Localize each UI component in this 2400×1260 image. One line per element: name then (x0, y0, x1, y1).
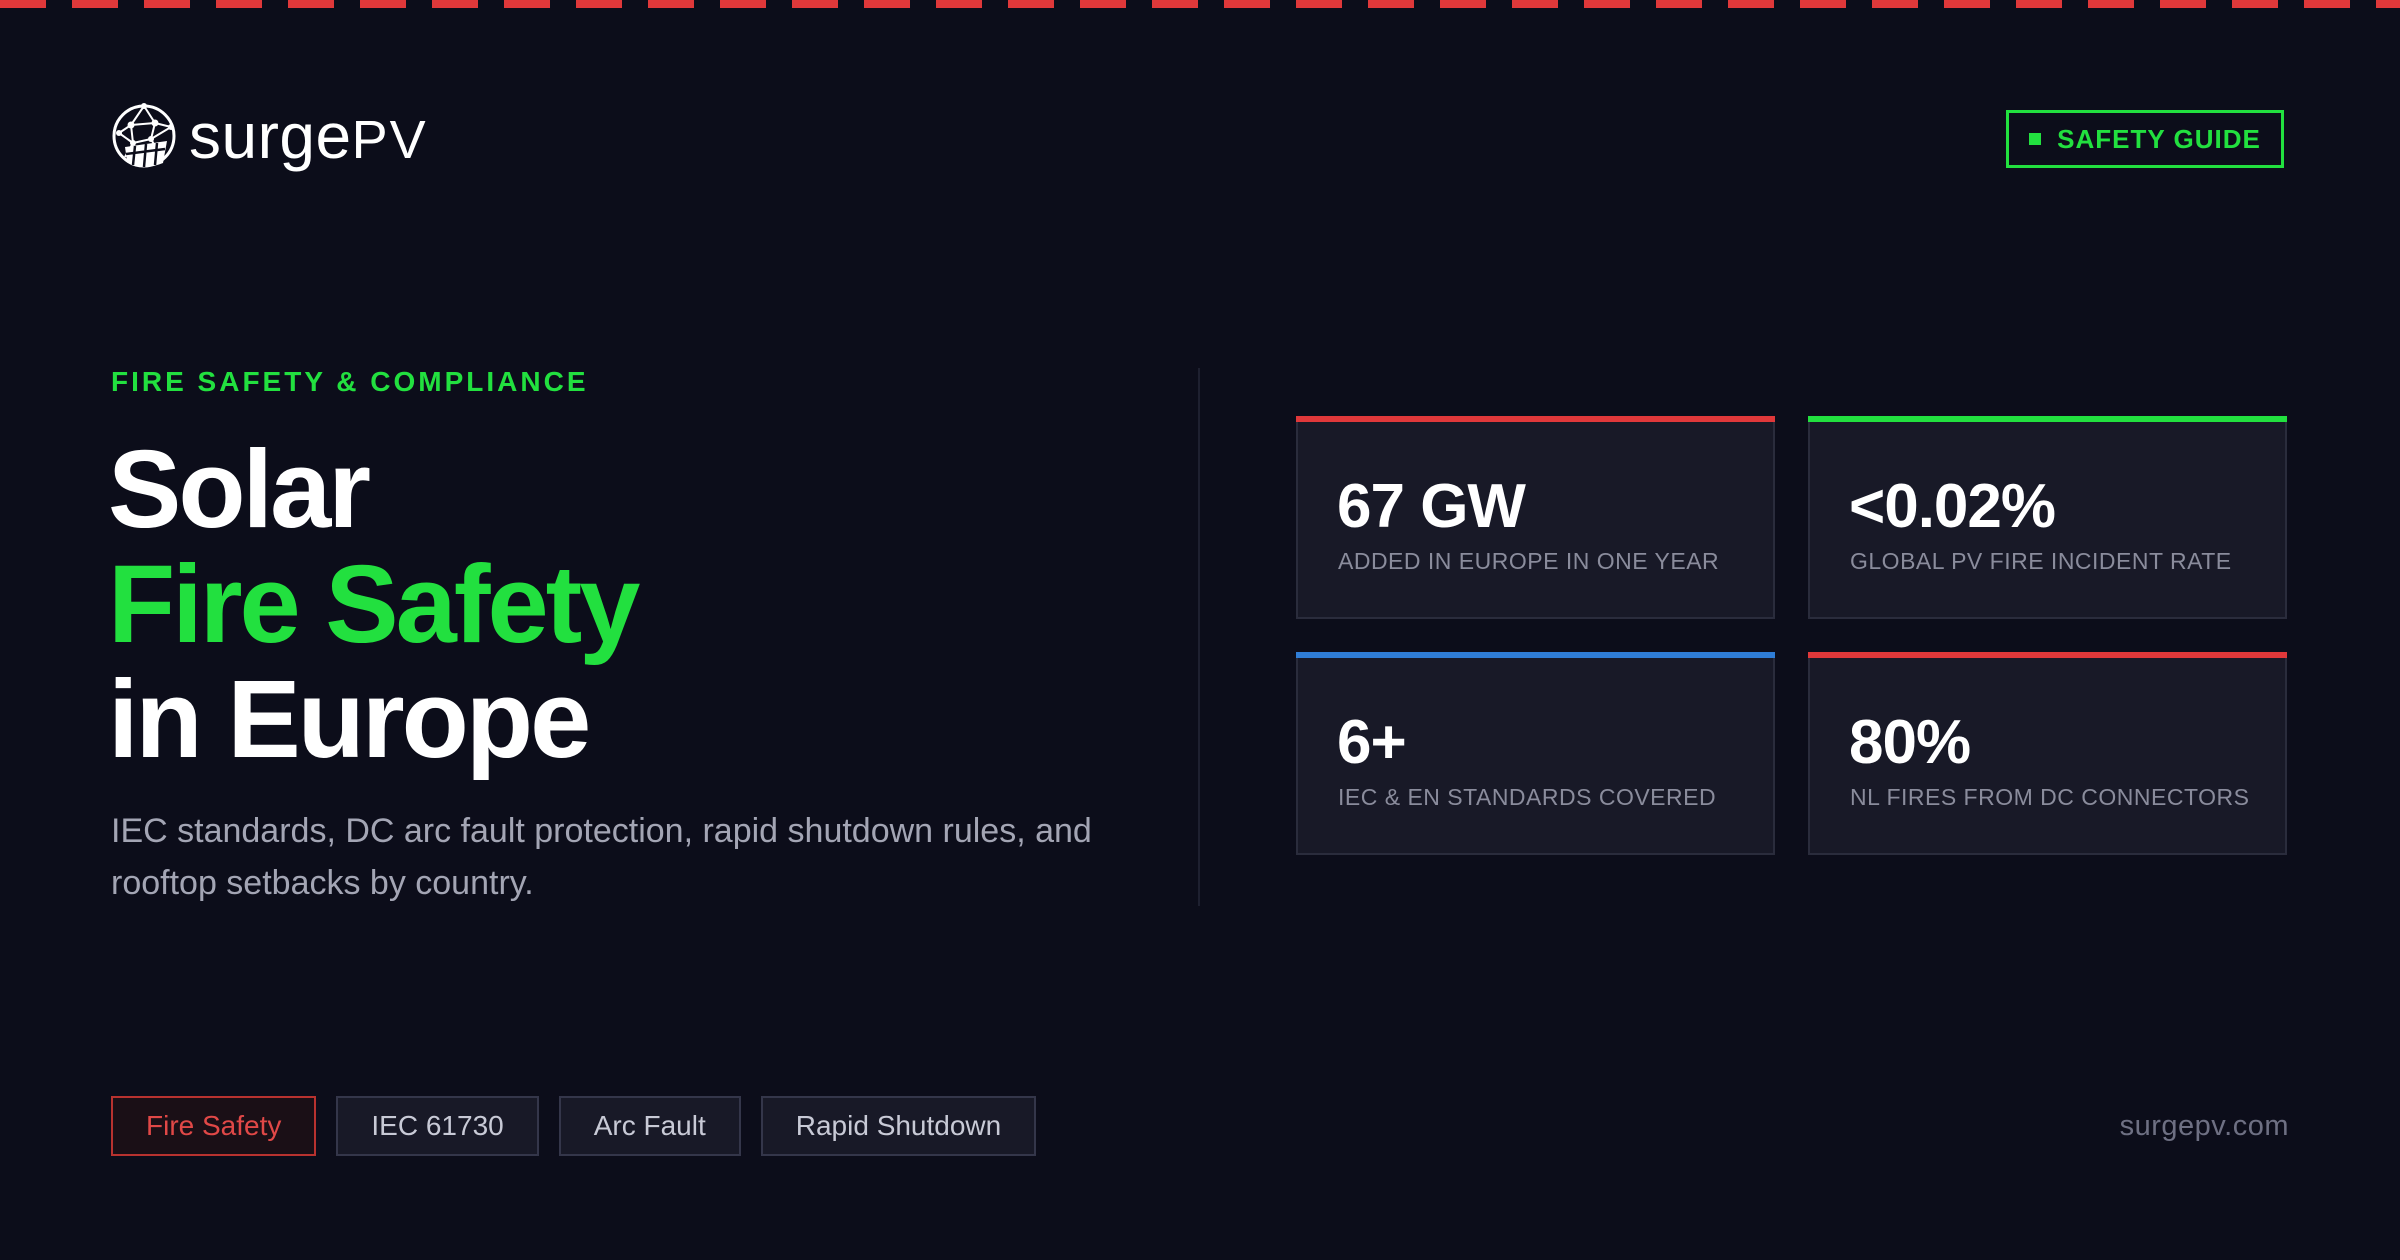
square-icon (2029, 133, 2042, 145)
stat-card-standards: 6+ IEC & EN STANDARDS COVERED (1296, 652, 1775, 855)
subtitle: IEC standards, DC arc fault protection, … (111, 812, 1092, 902)
stat-accent-bar (1296, 416, 1775, 422)
title-line-3: in Europe (108, 658, 591, 781)
stat-card-dc-connectors: 80% NL FIRES FROM DC CONNECTORS (1808, 652, 2287, 855)
stat-label: GLOBAL PV FIRE INCIDENT RATE (1850, 548, 2232, 574)
safety-guide-badge: SAFETY GUIDE (2006, 110, 2284, 168)
tag-list: Fire Safety IEC 61730 Arc Fault Rapid Sh… (111, 1096, 1037, 1156)
tag-arc-fault[interactable]: Arc Fault (558, 1096, 741, 1156)
tag-fire-safety[interactable]: Fire Safety (111, 1096, 317, 1156)
brand-logo[interactable]: surgePV (111, 103, 428, 169)
footer-url-link[interactable]: surgepv.com (2120, 1110, 2289, 1143)
stat-accent-bar (1296, 652, 1775, 658)
top-dashed-stripe (0, 0, 2400, 8)
stat-accent-bar (1808, 652, 2287, 658)
stat-value: <0.02% (1849, 472, 2056, 541)
stat-value: 67 GW (1337, 472, 1526, 541)
stat-label: IEC & EN STANDARDS COVERED (1338, 784, 1717, 810)
vertical-divider (1198, 368, 1200, 906)
badge-label: SAFETY GUIDE (2057, 123, 2261, 154)
stat-card-incident-rate: <0.02% GLOBAL PV FIRE INCIDENT RATE (1808, 416, 2287, 619)
page-title: Solar Fire Safety in Europe (108, 428, 640, 781)
title-line-1: Solar (108, 428, 371, 551)
tag-rapid-shutdown[interactable]: Rapid Shutdown (760, 1096, 1037, 1156)
stat-card-capacity: 67 GW ADDED IN EUROPE IN ONE YEAR (1296, 416, 1775, 619)
brand-wordmark: surgePV (189, 100, 428, 172)
stat-value: 80% (1849, 708, 1971, 777)
title-line-2: Fire Safety (108, 543, 640, 666)
solar-globe-icon (112, 103, 176, 168)
stat-label: NL FIRES FROM DC CONNECTORS (1850, 784, 2250, 810)
stat-value: 6+ (1337, 708, 1407, 777)
eyebrow-label: FIRE SAFETY & COMPLIANCE (111, 366, 589, 397)
stat-accent-bar (1808, 416, 2287, 422)
stat-label: ADDED IN EUROPE IN ONE YEAR (1338, 548, 1720, 574)
tag-iec-61730[interactable]: IEC 61730 (336, 1096, 539, 1156)
